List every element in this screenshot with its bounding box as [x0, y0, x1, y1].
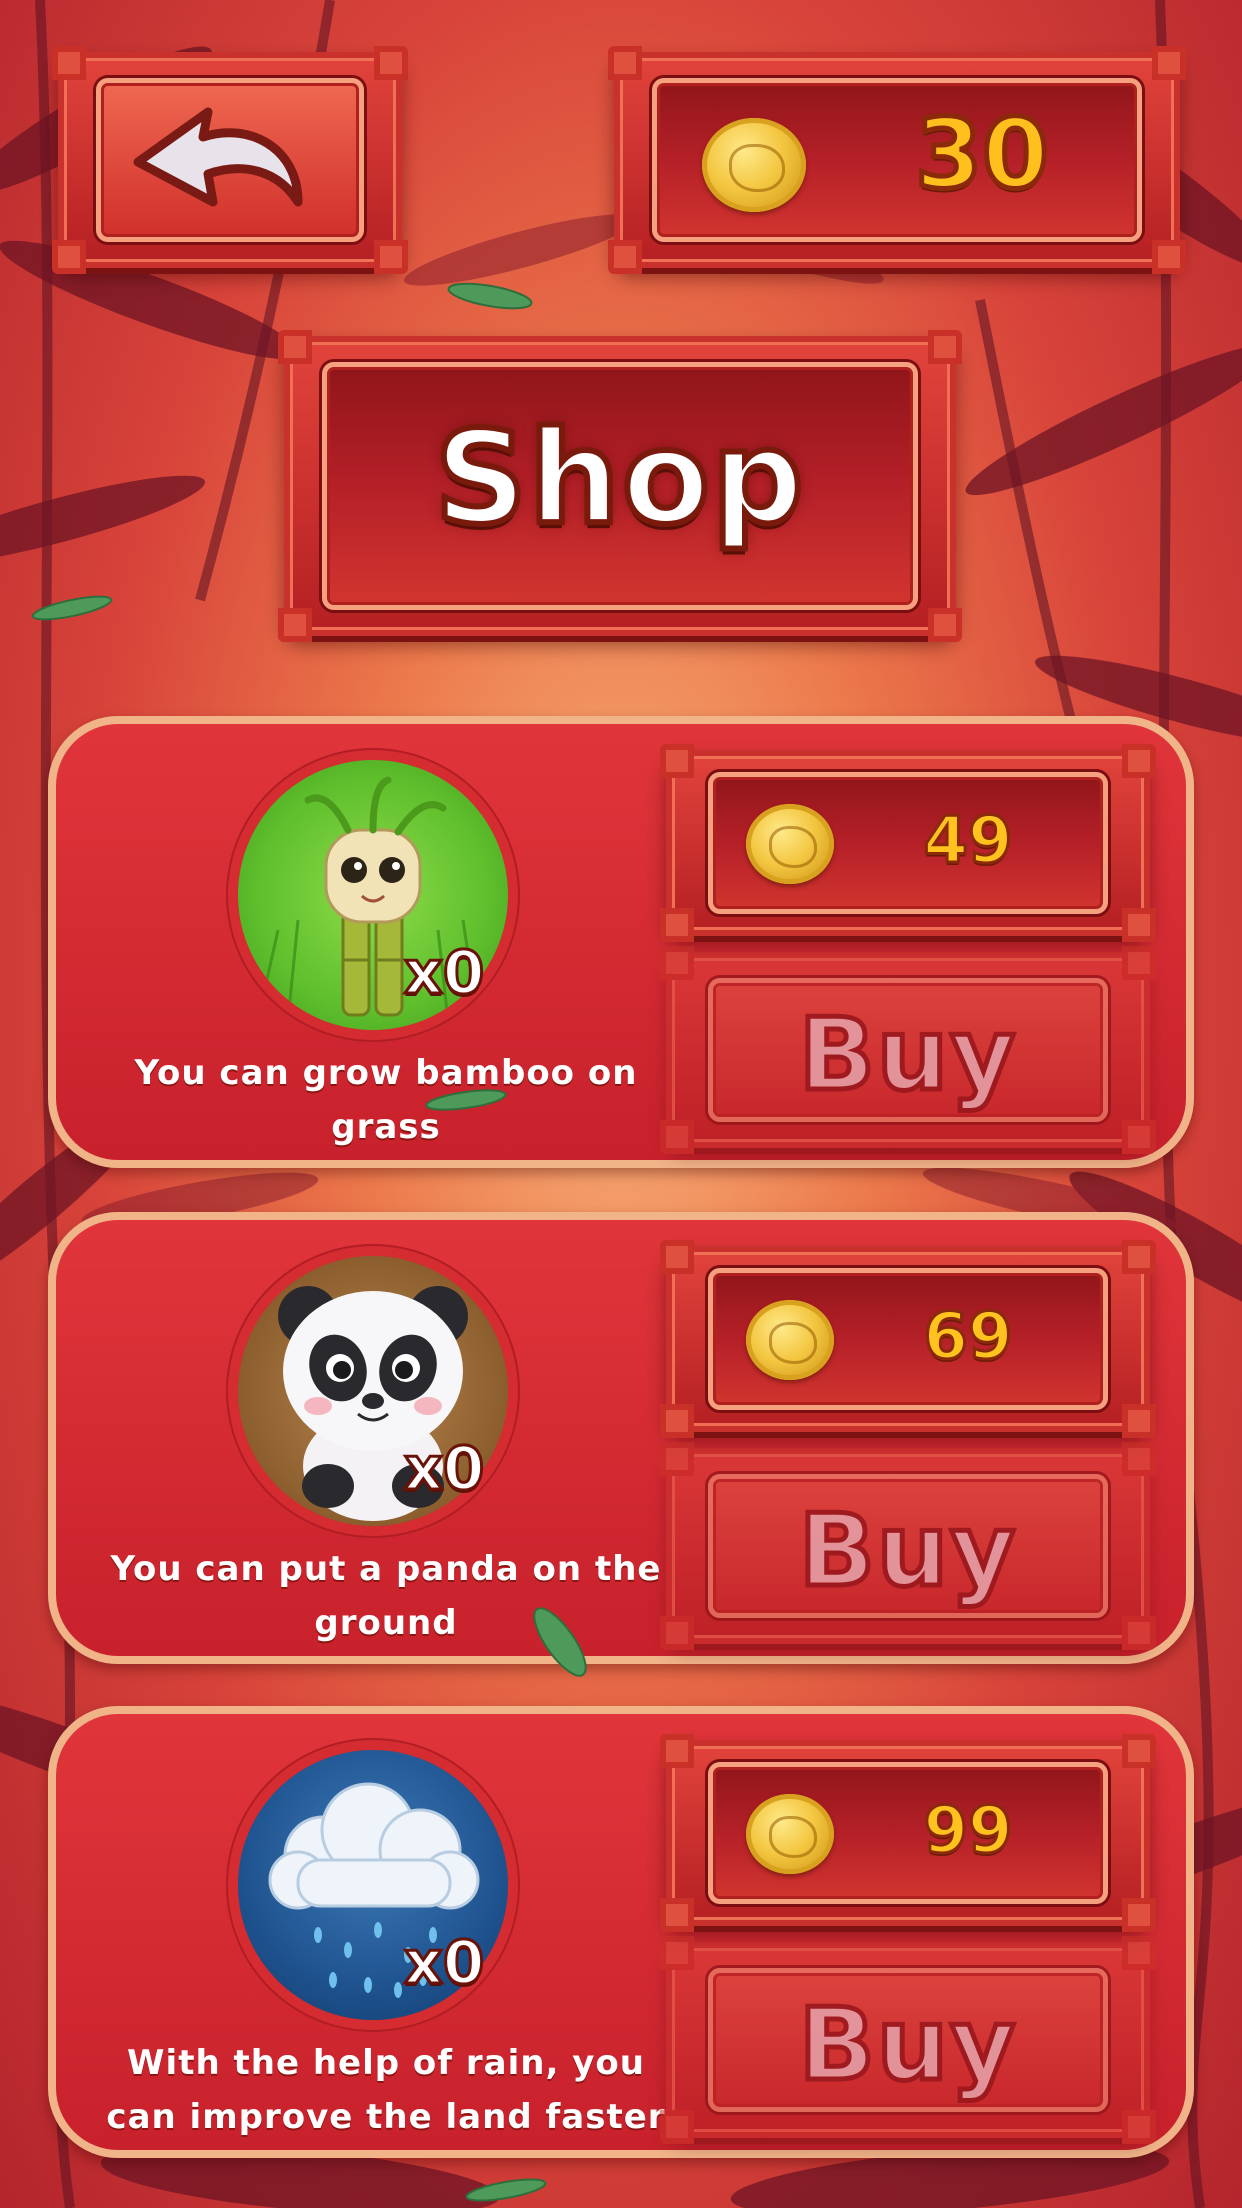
item-quantity: x0 — [402, 1927, 485, 2000]
frame-corner — [278, 608, 312, 642]
frame-corner — [660, 1442, 694, 1476]
shop-title-panel: Shop — [278, 330, 962, 642]
frame-corner — [1122, 1898, 1156, 1932]
frame-corner — [660, 744, 694, 778]
frame-corner — [1122, 1936, 1156, 1970]
frame-corner — [1152, 240, 1186, 274]
buy-button[interactable]: Buy — [660, 946, 1156, 1154]
buy-button[interactable]: Buy — [660, 1936, 1156, 2144]
shop-item-rain: x0 With the help of rain, you can improv… — [48, 1706, 1194, 2158]
buy-button[interactable]: Buy — [660, 1442, 1156, 1650]
page-title: Shop — [432, 401, 807, 556]
frame-corner — [608, 46, 642, 80]
frame-corner — [608, 240, 642, 274]
frame-corner — [928, 330, 962, 364]
frame-corner — [660, 908, 694, 942]
frame-corner — [374, 240, 408, 274]
frame-corner — [1122, 1120, 1156, 1154]
buy-button-label: Buy — [796, 994, 1018, 1116]
gold-coin-icon — [746, 1300, 834, 1380]
coin-balance: 30 — [913, 96, 1052, 213]
gold-coin-icon — [746, 804, 834, 884]
frame-corner — [1122, 2110, 1156, 2144]
frame-corner — [1122, 1404, 1156, 1438]
item-quantity: x0 — [402, 1433, 485, 1506]
frame-corner — [1122, 908, 1156, 942]
frame-corner — [660, 1616, 694, 1650]
frame-corner — [660, 1734, 694, 1768]
gold-coin-icon — [702, 118, 806, 212]
item-description: With the help of rain, you can improve t… — [106, 2043, 666, 2137]
gold-coin-icon — [746, 1794, 834, 1874]
frame-corner — [1122, 744, 1156, 778]
frame-corner — [660, 1898, 694, 1932]
item-price-panel: 49 — [660, 744, 1156, 942]
frame-corner — [660, 1120, 694, 1154]
item-price: 69 — [922, 1299, 1014, 1376]
shop-item-panda: x0 You can put a panda on the ground 69 … — [48, 1212, 1194, 1664]
item-price-panel: 69 — [660, 1240, 1156, 1438]
item-description: You can grow bamboo on grass — [134, 1053, 638, 1147]
frame-corner — [1152, 46, 1186, 80]
frame-corner — [278, 330, 312, 364]
frame-corner — [1122, 1734, 1156, 1768]
frame-corner — [660, 1936, 694, 1970]
frame-corner — [928, 608, 962, 642]
item-price: 49 — [922, 803, 1014, 880]
frame-corner — [660, 2110, 694, 2144]
back-button[interactable] — [52, 46, 408, 274]
frame-corner — [52, 240, 86, 274]
shop-item-bamboo: x0 You can grow bamboo on grass 49 Buy — [48, 716, 1194, 1168]
frame-corner — [1122, 1616, 1156, 1650]
item-description: You can put a panda on the ground — [110, 1549, 662, 1643]
buy-button-label: Buy — [796, 1984, 1018, 2106]
frame-corner — [660, 946, 694, 980]
coin-balance-panel: 30 — [608, 46, 1186, 274]
item-price: 99 — [922, 1793, 1014, 1870]
item-quantity: x0 — [402, 937, 485, 1010]
item-price-panel: 99 — [660, 1734, 1156, 1932]
frame-corner — [1122, 946, 1156, 980]
frame-corner — [1122, 1442, 1156, 1476]
back-arrow-icon — [133, 107, 303, 207]
frame-corner — [52, 46, 86, 80]
frame-corner — [660, 1404, 694, 1438]
buy-button-label: Buy — [796, 1490, 1018, 1612]
frame-corner — [660, 1240, 694, 1274]
frame-corner — [1122, 1240, 1156, 1274]
frame-corner — [374, 46, 408, 80]
